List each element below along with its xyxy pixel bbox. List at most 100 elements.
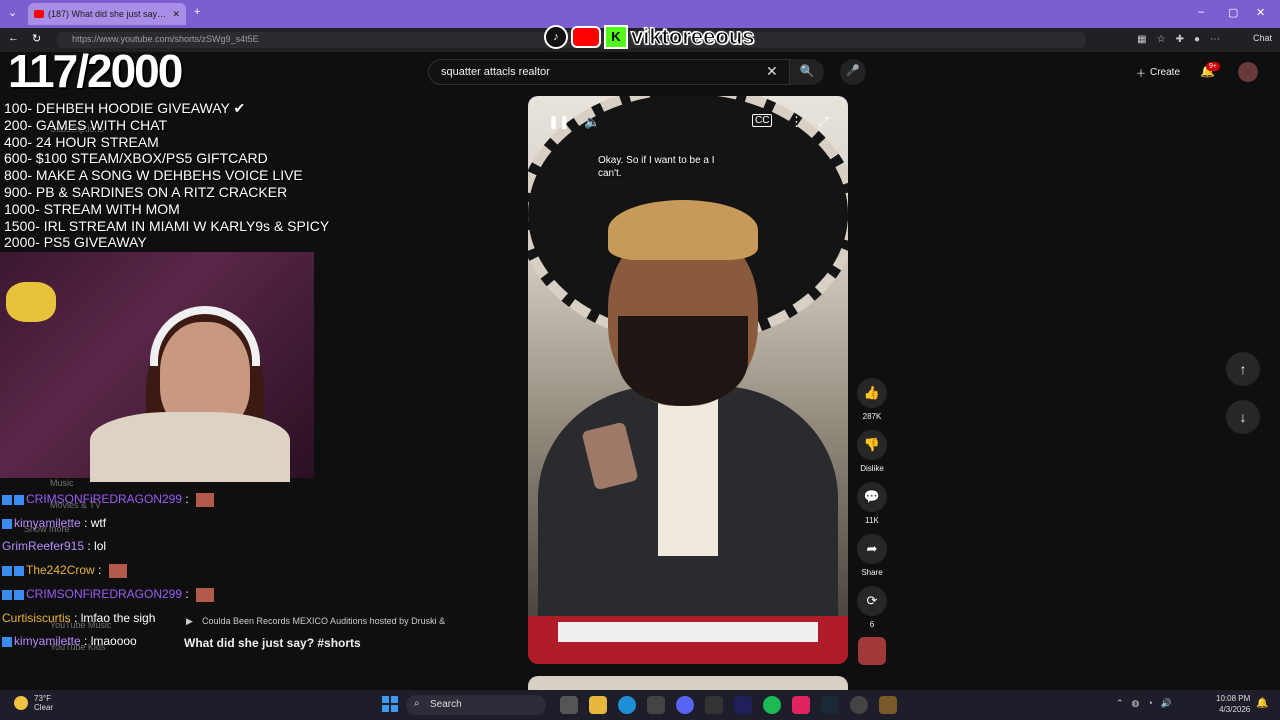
task-view-icon[interactable] [560,696,578,714]
chat-message: CRIMSONFiREDRAGON299 : [2,488,302,512]
chat-message: The242Crow : [2,559,302,583]
chat-username[interactable]: The242Crow [26,563,95,577]
weather-widget[interactable]: 73°F Clear [14,694,53,712]
notification-count-badge: 9+ [1206,62,1220,71]
taskbar-search[interactable]: ⌕ Search [406,695,546,715]
extensions-icon[interactable]: ✚ [1176,34,1184,45]
xbox-icon[interactable] [705,696,723,714]
create-button[interactable]: ＋ Create [1128,61,1188,83]
clock-date: 4/3/2026 [1219,705,1251,714]
remix-icon: ⟳ [857,586,887,616]
chat-message: Curtisiscurtis : lmfao the sigh [2,607,302,631]
chat-username[interactable]: kimyamilette [14,516,81,530]
goal-item: 2000- PS5 GIVEAWAY [4,234,147,251]
chat-username[interactable]: CRIMSONFiREDRAGON299 [26,492,182,506]
misc-app-icon[interactable] [879,696,897,714]
chat-badge-icon [14,494,24,505]
taskbar-clock[interactable]: 10:08 PM 4/3/2026 [1216,693,1250,715]
like-count: 287K [862,412,882,421]
previous-short-button[interactable]: ↑ [1226,352,1260,386]
back-arrow-icon[interactable]: ← [8,32,19,44]
wifi-icon[interactable]: ◔ [1147,698,1152,709]
chat-username[interactable]: CRIMSONFiREDRAGON299 [26,587,182,601]
webcam-hoodie [90,412,290,482]
chat-username[interactable]: GrimReefer915 [2,539,84,553]
creative-app-icon[interactable] [792,696,810,714]
tab-list-button[interactable]: ⌄ [8,6,17,19]
chat-username[interactable]: Curtisiscurtis [2,611,71,625]
network-icon[interactable]: ◍ [1132,698,1140,709]
tray-chevron-icon[interactable]: ⌃ [1116,698,1124,709]
store-icon[interactable] [647,696,665,714]
search-button[interactable]: 🔍 [790,59,824,85]
remix-button[interactable]: ⟳ 6 [856,586,888,629]
more-options-icon[interactable]: ⋮ [790,114,803,130]
arrow-up-icon: ↑ [1239,361,1247,377]
discord-icon[interactable] [676,696,694,714]
shorts-video-player[interactable]: ❚❚ 🔈 CC ⋮ ⤢ Okay. So if I want to be a I… [528,96,848,664]
pause-icon[interactable]: ❚❚ [548,114,570,130]
premiere-icon[interactable] [734,696,752,714]
new-tab-button[interactable]: + [194,6,200,18]
sound-thumbnail[interactable] [858,637,886,665]
file-explorer-icon[interactable] [589,696,607,714]
clear-search-icon[interactable]: ✕ [766,63,778,80]
youtube-search-input[interactable]: squatter attacls realtor [428,59,790,85]
dislike-button[interactable]: 👎 Dislike [856,430,888,473]
windows-start-icon[interactable] [382,696,398,712]
chat-separator: : [182,492,193,506]
comments-button[interactable]: 💬 11K [856,482,888,525]
goal-list: 100- DEHBEH HOODIE GIVEAWAY ✔ 200- GAMES… [4,100,444,251]
fullscreen-icon[interactable]: ⤢ [818,114,828,130]
goal-item: 1500- IRL STREAM IN MIAMI W KARLY9s & SP… [4,217,330,234]
chat-separator: : [70,610,81,625]
minimize-button[interactable]: – [1198,6,1204,18]
chat-badge-icon [2,589,12,600]
more-menu-icon[interactable]: ⋯ [1210,34,1220,45]
comment-count: 11K [865,516,879,525]
maximize-button[interactable]: ▢ [1228,6,1238,19]
share-button[interactable]: ➦ Share [856,534,888,577]
goal-item: 100- DEHBEH HOODIE GIVEAWAY ✔ [4,100,246,116]
apps-icon[interactable]: ▦ [1137,34,1146,45]
close-window-button[interactable]: ✕ [1256,6,1265,19]
volume-tray-icon[interactable]: 🔊 [1161,698,1172,709]
comment-icon: 💬 [857,482,887,512]
arrow-down-icon: ↓ [1239,409,1247,425]
account-avatar[interactable] [1238,62,1258,82]
stream-chat: CRIMSONFiREDRAGON299 : kimyamilette : wt… [2,488,302,654]
captions-icon[interactable]: CC [752,114,773,127]
share-label: Share [861,568,883,577]
webcam-headset [150,306,260,366]
streamer-webcam [0,252,314,482]
microphone-icon: 🎤 [846,65,860,77]
chat-emote-icon [196,492,215,507]
voice-search-button[interactable]: 🎤 [840,59,866,85]
video-papers [558,622,818,642]
share-icon: ➦ [857,534,887,564]
obs-icon[interactable] [850,696,868,714]
favorite-star-icon[interactable]: ☆ [1157,34,1166,45]
volume-icon[interactable]: 🔈 [584,114,600,130]
chat-message: GrimReefer915 : lol [2,535,302,559]
chat-badge-icon [2,518,12,529]
copilot-chat-button[interactable]: Chat [1253,33,1272,43]
next-short-button[interactable]: ↓ [1226,400,1260,434]
steam-icon[interactable] [821,696,839,714]
notification-center-icon[interactable]: 🔔 [1256,698,1268,709]
video-shirt [658,396,718,556]
like-button[interactable]: 👍 287K [856,378,888,421]
system-tray: ⌃ ◍ ◔ 🔊 [1116,698,1172,709]
ghost-music[interactable]: Music [50,478,74,488]
spotify-icon[interactable] [763,696,781,714]
profile-icon[interactable]: ● [1194,34,1200,45]
chat-separator: : [182,586,193,601]
edge-browser-icon[interactable] [618,696,636,714]
chat-badge-icon [14,589,24,600]
streamer-brand-strip: ♪ K viktoreeous [544,24,755,50]
browser-tab-active[interactable]: (187) What did she just say? # ✕ [28,3,186,25]
clock-time: 10:08 PM [1216,694,1251,703]
tab-close-icon[interactable]: ✕ [172,9,180,20]
chat-text: wtf [90,515,107,530]
chat-username[interactable]: kimyamilette [14,634,81,648]
